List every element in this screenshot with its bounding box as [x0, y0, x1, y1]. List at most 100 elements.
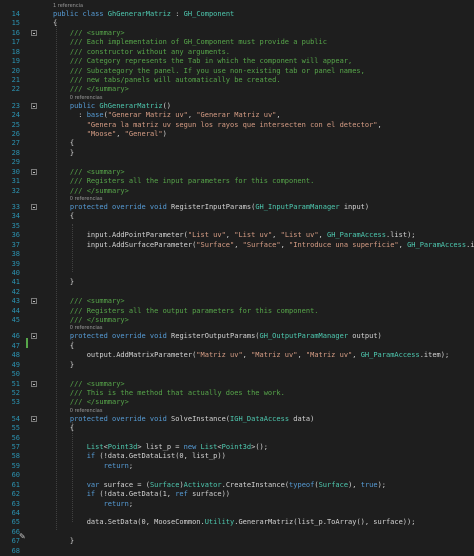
code-line[interactable]: 32 /// </summary>: [0, 187, 474, 196]
code-editor[interactable]: 1 referencia 14 public class GhGenerarMatr…: [0, 0, 474, 555]
code-line[interactable]: 51 /// <summary>: [0, 380, 474, 389]
code-token: return: [53, 461, 129, 470]
code-line[interactable]: 15 {: [0, 19, 474, 28]
collapse-box-icon[interactable]: [31, 203, 37, 210]
code-line[interactable]: 38: [0, 250, 474, 259]
pencil-icon[interactable]: ✎: [19, 532, 26, 541]
line-number: 33: [11, 202, 20, 211]
code-token: :: [53, 111, 87, 120]
code-line[interactable]: 57 List<Point3d> list_p = new List<Point…: [0, 443, 474, 452]
code-line[interactable]: 59 return;: [0, 462, 474, 471]
code-line[interactable]: 20 /// Subcategory the panel. If you use…: [0, 67, 474, 76]
code-token: Surface: [149, 480, 180, 489]
code-line[interactable]: 40: [0, 269, 474, 278]
codelens-references[interactable]: 0 referencias: [70, 196, 103, 203]
code-line[interactable]: 34 {: [0, 212, 474, 221]
code-line[interactable]: 48 output.AddMatrixParameter("Matriz uv"…: [0, 351, 474, 360]
code-token: {: [53, 212, 75, 221]
collapse-box-icon[interactable]: [31, 102, 37, 109]
code-line[interactable]: 45 /// </summary>: [0, 316, 474, 325]
code-token: ,: [377, 120, 382, 129]
line-number: 51: [11, 379, 20, 388]
code-token: /// new tabs/panels will automatically b…: [53, 75, 281, 84]
code-line[interactable]: 68: [0, 547, 474, 556]
code-token: /// Registers all the input parameters f…: [53, 177, 315, 186]
code-line[interactable]: 50: [0, 370, 474, 379]
code-line[interactable]: 16 /// <summary>: [0, 29, 474, 38]
code-line[interactable]: 52 /// This is the method that actually …: [0, 389, 474, 398]
code-token: ,: [272, 231, 281, 240]
line-number: 67: [11, 537, 20, 546]
collapse-box-icon[interactable]: [31, 298, 37, 305]
line-number: 36: [11, 231, 20, 240]
code-line[interactable]: 56: [0, 434, 474, 443]
code-line[interactable]: 29: [0, 158, 474, 167]
collapse-box-icon[interactable]: [31, 333, 37, 340]
code-line[interactable]: 42: [0, 288, 474, 297]
code-text: var surface = (Surface)Activator.CreateI…: [53, 481, 386, 490]
code-line[interactable]: 66: [0, 528, 474, 537]
code-line[interactable]: 55 {: [0, 424, 474, 433]
code-line[interactable]: 31 /// Registers all the input parameter…: [0, 177, 474, 186]
code-token: Activator: [183, 480, 222, 489]
code-line[interactable]: 61 var surface = (Surface)Activator.Crea…: [0, 481, 474, 490]
codelens-references[interactable]: 0 referencias: [70, 325, 103, 332]
code-line[interactable]: 30 /// <summary>: [0, 168, 474, 177]
code-line[interactable]: 24 : base("Generar Matriz uv", "Generar …: [0, 111, 474, 120]
code-token: protected override void: [53, 202, 172, 211]
code-line[interactable]: 22 /// </summary>: [0, 85, 474, 94]
code-line[interactable]: 27 {: [0, 139, 474, 148]
line-number: 49: [11, 360, 20, 369]
code-line[interactable]: 58 if (!data.GetDataList(0, list_p)): [0, 452, 474, 461]
codelens-references[interactable]: 0 referencias: [70, 408, 103, 415]
code-line[interactable]: 63 return;: [0, 500, 474, 509]
code-line[interactable]: 35: [0, 222, 474, 231]
code-line[interactable]: 19 /// Category represents the Tab in wh…: [0, 57, 474, 66]
code-line[interactable]: 44 /// Registers all the output paramete…: [0, 307, 474, 316]
code-token: /// constructor without any arguments.: [53, 47, 231, 56]
code-line[interactable]: 62 if (!data.GetData(1, ref surface)): [0, 490, 474, 499]
code-line[interactable]: 36 input.AddPointParameter("List uv", "L…: [0, 231, 474, 240]
code-line[interactable]: 33 protected override void RegisterInput…: [0, 203, 474, 212]
code-line[interactable]: 67 }: [0, 537, 474, 546]
collapse-box-icon[interactable]: [31, 380, 37, 387]
code-line[interactable]: 65 data.SetData(0, MooseCommon.Utility.G…: [0, 518, 474, 527]
code-line[interactable]: 43 /// <summary>: [0, 297, 474, 306]
code-token: ,: [225, 231, 235, 240]
code-line[interactable]: 21 /// new tabs/panels will automaticall…: [0, 76, 474, 85]
code-line[interactable]: 60: [0, 471, 474, 480]
code-line[interactable]: 26 "Moose", "General"): [0, 130, 474, 139]
code-line[interactable]: 54 protected override void SolveInstance…: [0, 415, 474, 424]
code-line[interactable]: 18 /// constructor without any arguments…: [0, 48, 474, 57]
codelens-references[interactable]: 1 referencia: [53, 3, 83, 10]
code-token: ): [162, 130, 167, 139]
code-line[interactable]: 49 }: [0, 361, 474, 370]
line-number: 50: [11, 370, 20, 379]
code-token: "Surface": [196, 240, 235, 249]
collapse-box-icon[interactable]: [31, 29, 37, 36]
code-line[interactable]: 39: [0, 260, 474, 269]
code-line[interactable]: 46 protected override void RegisterOutpu…: [0, 332, 474, 341]
codelens-references[interactable]: 0 referencias: [70, 95, 103, 102]
code-token: typeof: [289, 480, 315, 489]
code-token: (!data.GetData(1,: [99, 490, 176, 499]
code-line[interactable]: 17 /// Each implementation of GH_Compone…: [0, 38, 474, 47]
code-line[interactable]: 47 {: [0, 342, 474, 351]
code-line[interactable]: 53 /// </summary>: [0, 398, 474, 407]
code-token: Point3d: [221, 443, 252, 452]
line-number: 27: [11, 139, 20, 148]
code-line[interactable]: 64: [0, 509, 474, 518]
code-line[interactable]: 25 "Genera la matriz uv segun los rayos …: [0, 121, 474, 130]
collapse-box-icon[interactable]: [31, 168, 37, 175]
line-number: 45: [11, 316, 20, 325]
collapse-box-icon[interactable]: [31, 415, 37, 422]
code-line[interactable]: 28 }: [0, 149, 474, 158]
code-line[interactable]: 14 public class GhGenerarMatriz : GH_Comp…: [0, 10, 474, 19]
code-token: List: [200, 443, 218, 452]
line-number: 65: [11, 518, 20, 527]
code-line[interactable]: 23 public GhGenerarMatriz(): [0, 102, 474, 111]
line-number: 42: [11, 287, 20, 296]
code-token: input): [339, 202, 370, 211]
code-line[interactable]: 37 input.AddSurfaceParameter("Surface", …: [0, 241, 474, 250]
code-line[interactable]: 41 }: [0, 278, 474, 287]
